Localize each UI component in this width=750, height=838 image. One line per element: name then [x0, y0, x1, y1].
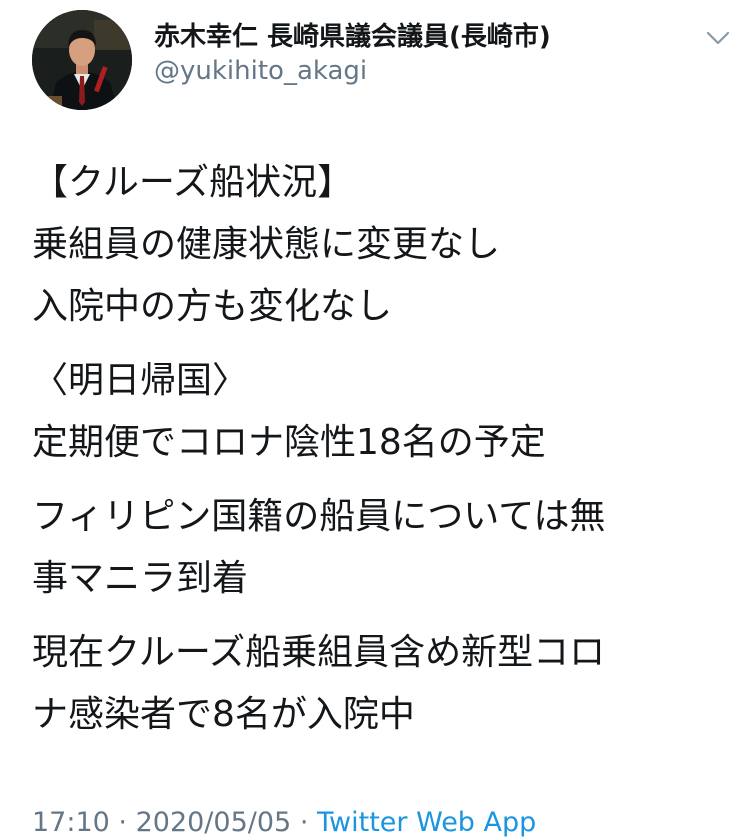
display-name[interactable]: 赤木幸仁 長崎県議会議員(長崎市) [154, 20, 551, 54]
tweet-line: 【クルーズ船状況】 [32, 162, 354, 203]
avatar-photo [32, 10, 132, 110]
tweet-line: 乗組員の健康状態に変更なし [32, 224, 501, 265]
tweet-line: 〈明日帰国〉 [32, 360, 249, 401]
tweet-line: 入院中の方も変化なし [32, 286, 393, 327]
user-names: 赤木幸仁 長崎県議会議員(長崎市) @yukihito_akagi [154, 20, 551, 88]
tweet-line: 現在クルーズ船乗組員含め新型コロ [32, 632, 606, 673]
tweet-line: フィリピン国籍の船員については無 [32, 496, 606, 537]
tweet-card: 赤木幸仁 長崎県議会議員(長崎市) @yukihito_akagi 【クルーズ船… [0, 0, 750, 838]
avatar[interactable] [32, 10, 132, 110]
user-handle[interactable]: @yukihito_akagi [154, 54, 551, 88]
tweet-paragraph: フィリピン国籍の船員については無 事マニラ到着 [32, 486, 722, 610]
source-app-link[interactable]: Twitter Web App [317, 807, 536, 838]
tweet-meta: 17:10 · 2020/05/05 · Twitter Web App [32, 806, 536, 838]
tweet-line: ナ感染者で8名が入院中 [32, 694, 415, 735]
chevron-down-icon[interactable] [704, 24, 732, 52]
meta-separator: · [299, 807, 309, 838]
tweet-date[interactable]: 2020/05/05 [136, 807, 292, 838]
tweet-paragraph: 〈明日帰国〉定期便でコロナ陰性18名の予定 [32, 350, 722, 474]
tweet-time[interactable]: 17:10 [32, 807, 110, 838]
tweet-paragraph: 現在クルーズ船乗組員含め新型コロ ナ感染者で8名が入院中 [32, 622, 722, 746]
tweet-text: 【クルーズ船状況】乗組員の健康状態に変更なし 入院中の方も変化なし 〈明日帰国〉定期… [32, 152, 722, 758]
meta-separator: · [118, 807, 127, 838]
tweet-header: 赤木幸仁 長崎県議会議員(長崎市) @yukihito_akagi [32, 10, 732, 110]
tweet-line: 事マニラ到着 [32, 558, 249, 599]
tweet-line: 定期便でコロナ陰性18名の予定 [32, 422, 546, 463]
tweet-paragraph: 【クルーズ船状況】乗組員の健康状態に変更なし 入院中の方も変化なし [32, 152, 722, 338]
